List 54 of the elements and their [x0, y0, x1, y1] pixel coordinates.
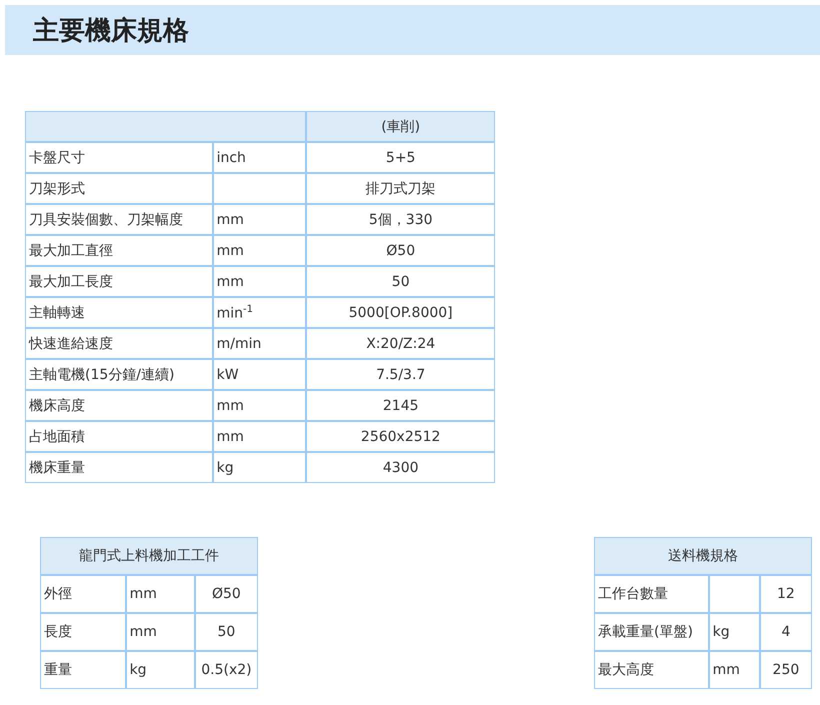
table-cell: 5000[OP.8000] [306, 297, 495, 328]
table-cell: 卡盤尺寸 [25, 142, 213, 173]
table-cell: kW [212, 359, 306, 390]
table-cell: 7.5/3.7 [306, 359, 495, 390]
table-cell: 50 [306, 266, 495, 297]
table-cell: mm [212, 390, 306, 421]
table-cell: 4 [760, 613, 812, 651]
table-cell: 2145 [306, 390, 495, 421]
table-cell: 機床高度 [25, 390, 213, 421]
table-cell: 機床重量 [25, 452, 213, 483]
table-cell: 主軸電機(15分鐘/連續) [25, 359, 213, 390]
table-cell: 刀具安裝個數、刀架幅度 [25, 204, 213, 235]
table-cell: inch [212, 142, 306, 173]
table-cell: 2560x2512 [306, 421, 495, 452]
table-cell: 刀架形式 [25, 173, 213, 204]
table-cell: min$^{-1}$ [212, 297, 306, 328]
table-cell: 250 [760, 651, 812, 689]
table-cell: mm [212, 421, 306, 452]
table-cell: m/min [212, 328, 306, 359]
table-cell: mm [212, 266, 306, 297]
table-cell: mm [708, 651, 760, 689]
table-cell: 快速進給速度 [25, 328, 213, 359]
table-cell: 5個，330 [306, 204, 495, 235]
table-cell: kg [212, 452, 306, 483]
table-cell: 外徑 [40, 575, 126, 613]
table-cell: 最大加工直徑 [25, 235, 213, 266]
table-cell: 長度 [40, 613, 126, 651]
table-cell: 最大加工長度 [25, 266, 213, 297]
table-cell: Ø50 [194, 575, 258, 613]
table-cell: 50 [194, 613, 258, 651]
table-cell: 主軸轉速 [25, 297, 213, 328]
table-cell: 4300 [306, 452, 495, 483]
table-cell [708, 575, 760, 613]
table-cell: X:20/Z:24 [306, 328, 495, 359]
table-cell: 12 [760, 575, 812, 613]
header-cell: (車削) [306, 111, 495, 142]
table-cell: 工作台數量 [594, 575, 709, 613]
table-cell: 最大高度 [594, 651, 709, 689]
table-cell: 占地面積 [25, 421, 213, 452]
table-cell: mm [212, 235, 306, 266]
table-cell: 承載重量(單盤) [594, 613, 709, 651]
table-cell: 0.5(x2) [194, 651, 258, 689]
page-title: 主要機床規格 [33, 14, 189, 48]
table-cell: mm [212, 204, 306, 235]
table-cell: mm [126, 575, 195, 613]
table-cell: 排刀式刀架 [306, 173, 495, 204]
table-title: 龍門式上料機加工工件 [40, 537, 258, 575]
table-cell: 5+5 [306, 142, 495, 173]
table-cell: Ø50 [306, 235, 495, 266]
table-title: 送料機規格 [594, 537, 812, 575]
table-cell: kg [126, 651, 195, 689]
table-cell: mm [126, 613, 195, 651]
table-cell: 重量 [40, 651, 126, 689]
table-cell: kg [708, 613, 760, 651]
